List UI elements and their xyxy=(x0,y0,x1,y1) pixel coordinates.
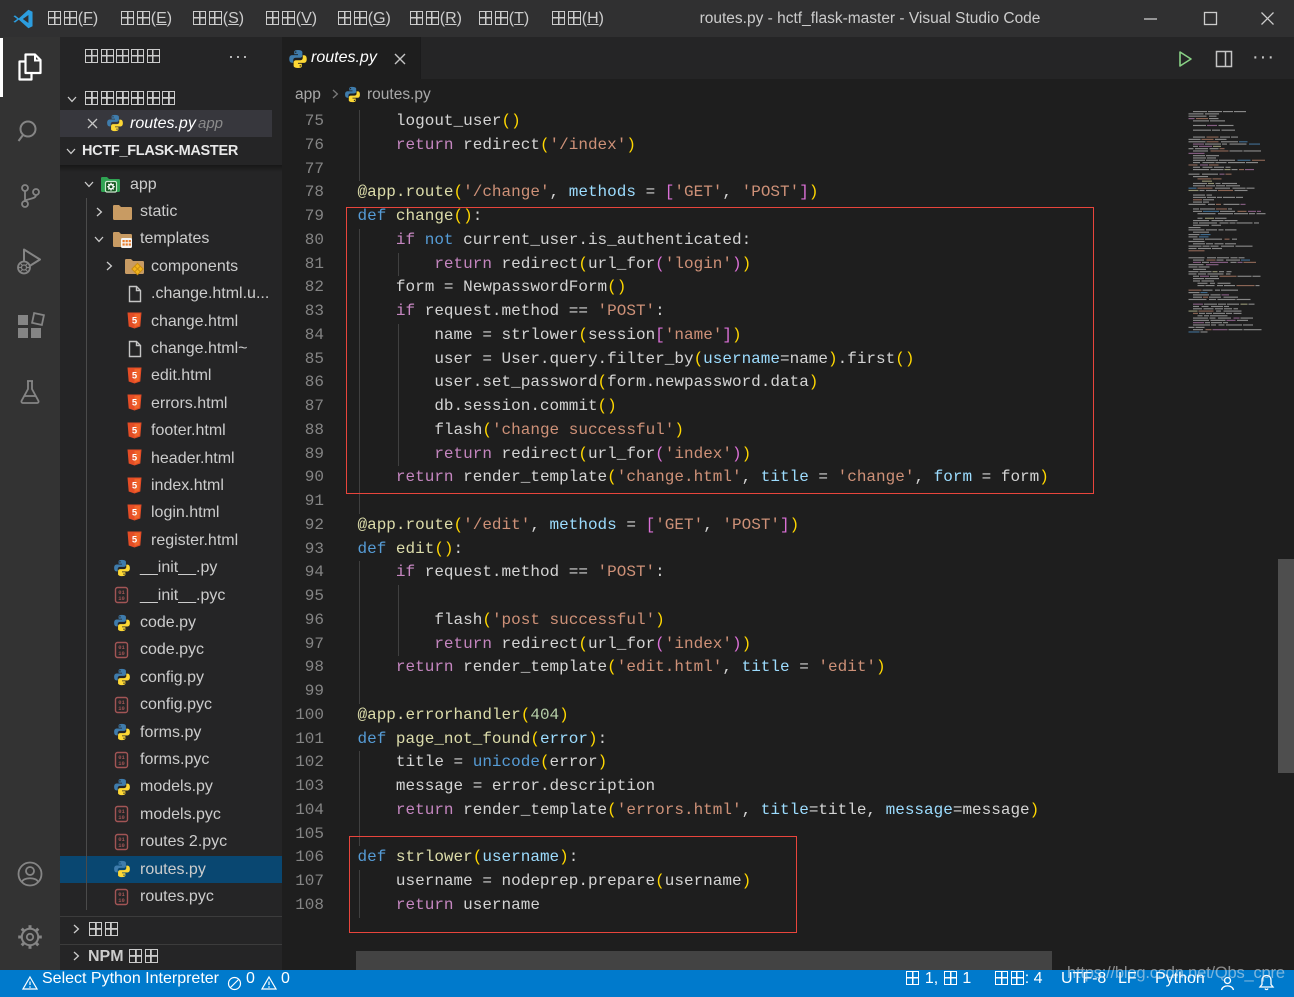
svg-text:10: 10 xyxy=(118,842,125,849)
svg-text:5: 5 xyxy=(132,316,138,327)
svg-text:10: 10 xyxy=(118,595,125,602)
svg-text:5: 5 xyxy=(132,535,138,546)
svg-text:5: 5 xyxy=(132,371,138,382)
svg-text:5: 5 xyxy=(132,508,138,519)
svg-text:5: 5 xyxy=(132,480,138,491)
svg-text:5: 5 xyxy=(132,398,138,409)
svg-text:10: 10 xyxy=(118,760,125,767)
svg-text:5: 5 xyxy=(132,453,138,464)
svg-text:5: 5 xyxy=(132,425,138,436)
svg-text:10: 10 xyxy=(118,705,125,712)
svg-text:10: 10 xyxy=(118,897,125,904)
svg-text:10: 10 xyxy=(118,814,125,821)
svg-text:10: 10 xyxy=(118,650,125,657)
